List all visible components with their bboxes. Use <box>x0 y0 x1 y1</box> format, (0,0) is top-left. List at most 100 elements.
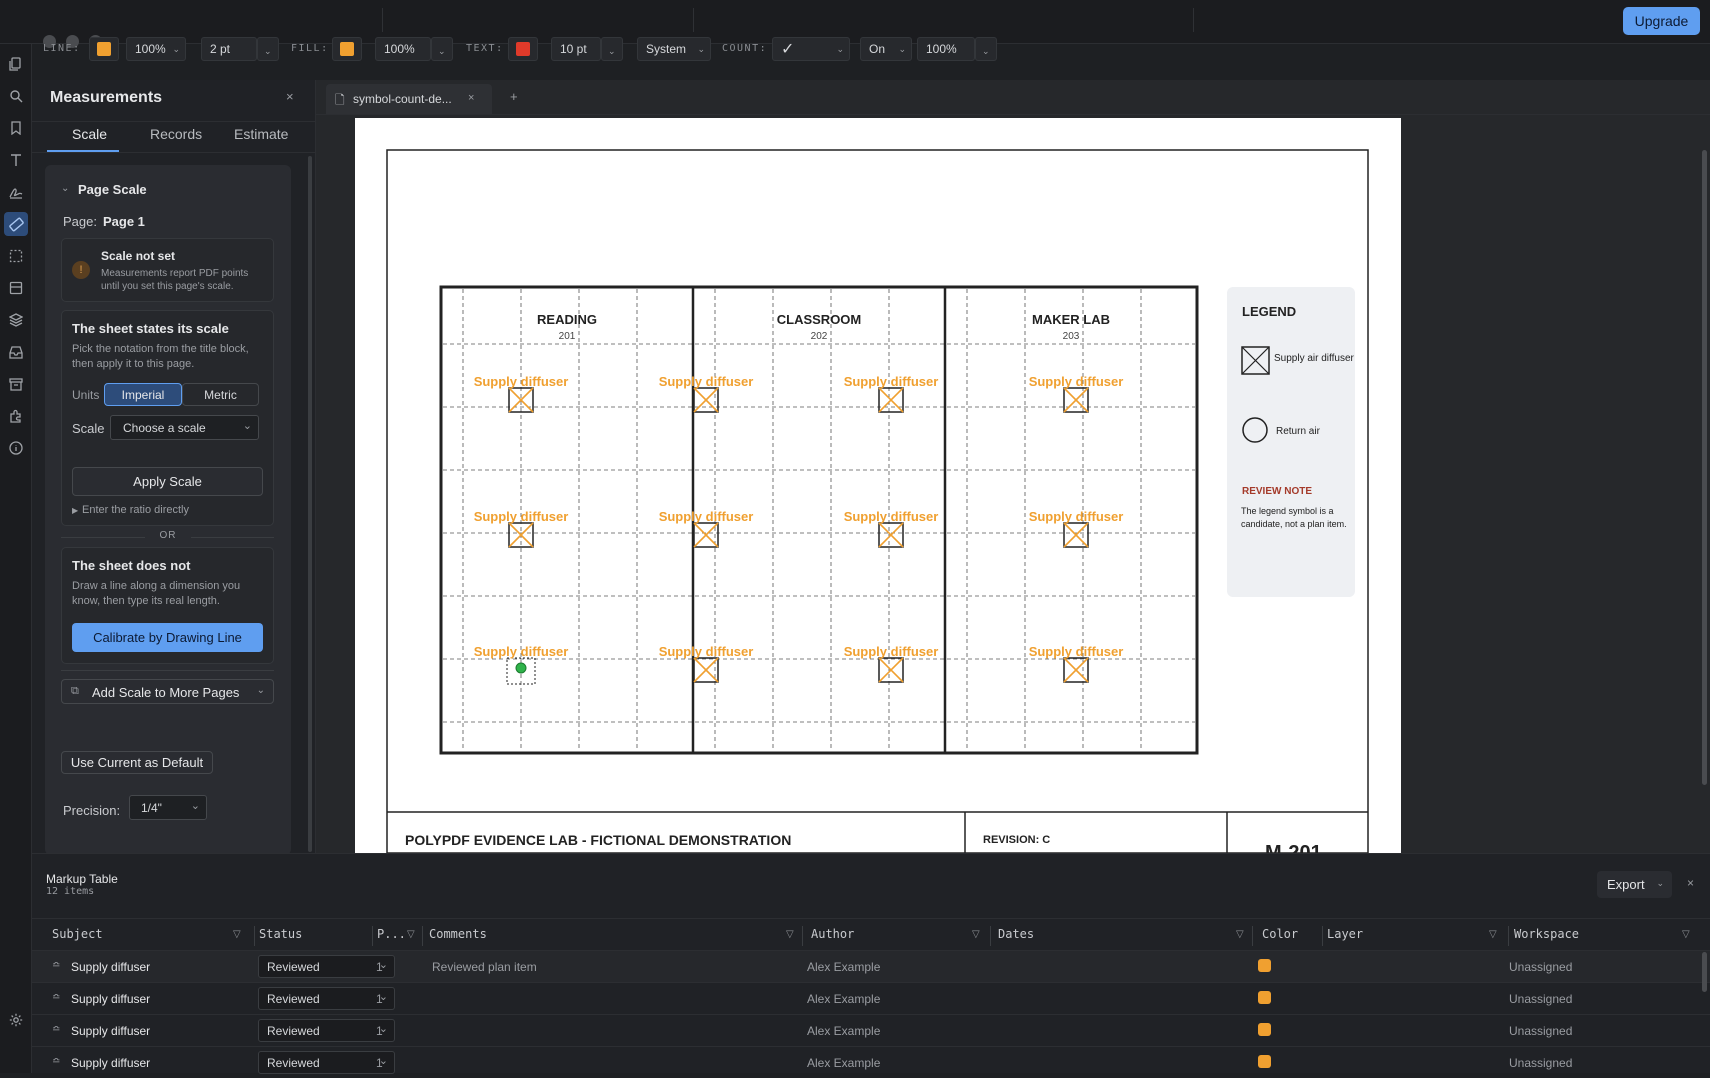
row-status-select[interactable]: Reviewed ⌄ <box>258 987 395 1010</box>
column-header-color[interactable]: Color <box>1262 927 1298 941</box>
column-header-author[interactable]: Author <box>811 927 854 941</box>
chevron-down-icon[interactable]: ⌄ <box>61 183 69 194</box>
line-color-picker[interactable] <box>89 37 119 61</box>
supply-diffuser-marker[interactable]: Supply diffuser <box>659 644 754 683</box>
filter-icon[interactable]: ▽ <box>233 929 241 940</box>
pages-icon[interactable] <box>7 55 25 73</box>
inbox-icon[interactable] <box>7 343 25 361</box>
text-icon[interactable] <box>7 151 25 169</box>
table-row[interactable]: ≏ Supply diffuser Reviewed ⌄ 1 Alex Examp… <box>32 1046 1710 1078</box>
fill-opacity-field[interactable]: 100% <box>375 37 431 61</box>
enter-ratio-link[interactable]: Enter the ratio directly <box>82 504 189 516</box>
column-header-page[interactable]: P... <box>377 927 406 941</box>
row-workspace: Unassigned <box>1509 1056 1573 1070</box>
filter-icon[interactable]: ▽ <box>972 929 980 940</box>
document-scrollbar[interactable] <box>1702 150 1707 785</box>
filter-icon[interactable]: ▽ <box>1682 929 1690 940</box>
select-icon[interactable] <box>7 247 25 265</box>
supply-diffuser-marker[interactable]: Supply diffuser <box>1029 644 1124 683</box>
count-opacity-field[interactable]: 100% <box>917 37 975 61</box>
text-size-stepper[interactable]: ⌄ <box>601 37 623 61</box>
supply-diffuser-marker[interactable]: Supply diffuser <box>844 374 939 413</box>
signature-icon[interactable] <box>7 183 25 201</box>
plugin-icon[interactable] <box>7 407 25 425</box>
tab-estimate[interactable]: Estimate <box>234 126 288 142</box>
use-default-button[interactable]: Use Current as Default <box>61 751 213 774</box>
calibrate-button[interactable]: Calibrate by Drawing Line <box>72 623 263 652</box>
tab-close-icon[interactable]: × <box>468 92 474 104</box>
filter-icon[interactable]: ▽ <box>1236 929 1244 940</box>
row-status-select[interactable]: Reviewed ⌄ <box>258 1051 395 1074</box>
font-select[interactable]: System ⌄ <box>637 37 711 61</box>
page-scale-heading[interactable]: Page Scale <box>78 182 147 197</box>
row-status-select[interactable]: Reviewed ⌄ <box>258 1019 395 1042</box>
column-header-comments[interactable]: Comments <box>429 927 487 941</box>
upgrade-button[interactable]: Upgrade <box>1623 7 1700 35</box>
table-row[interactable]: ≏ Supply diffuser Reviewed ⌄ 1 Alex Examp… <box>32 1014 1710 1046</box>
bookmark-icon[interactable] <box>7 119 25 137</box>
markup-close-icon[interactable]: × <box>1687 876 1694 890</box>
chevron-down-icon: ⌄ <box>1656 878 1664 888</box>
scale-label: Scale <box>72 421 105 436</box>
supply-diffuser-marker[interactable]: Supply diffuser <box>1029 509 1124 548</box>
warning-text: Measurements report PDF points until you… <box>101 268 249 292</box>
supply-diffuser-marker[interactable]: Supply diffuser <box>844 509 939 548</box>
column-header-layer[interactable]: Layer <box>1327 927 1363 941</box>
text-size-field[interactable]: 10 pt <box>551 37 601 61</box>
fill-opacity-stepper[interactable]: ⌄ <box>431 37 453 61</box>
count-mark-select[interactable]: ✓ ⌄ <box>772 37 850 61</box>
placement-handle[interactable] <box>515 662 527 674</box>
add-scale-pages-button[interactable]: ⧉ Add Scale to More Pages ⌄ <box>61 679 274 704</box>
table-row[interactable]: ≏ Supply diffuser Reviewed ⌄ 1 Alex Examp… <box>32 982 1710 1014</box>
export-button[interactable]: Export ⌄ <box>1597 871 1672 898</box>
tab-records[interactable]: Records <box>150 126 202 142</box>
row-status-select[interactable]: Reviewed ⌄ <box>258 955 395 978</box>
filter-icon[interactable]: ▽ <box>407 929 415 940</box>
count-opacity-stepper[interactable]: ⌄ <box>975 37 997 61</box>
panel-close-icon[interactable]: × <box>286 89 294 104</box>
chevron-down-icon: ⌄ <box>256 685 265 696</box>
supply-diffuser-marker[interactable]: Supply diffuser <box>1029 374 1124 413</box>
new-tab-button[interactable]: + <box>510 89 518 104</box>
filter-icon[interactable]: ▽ <box>1489 929 1497 940</box>
archive-icon[interactable] <box>7 375 25 393</box>
unit-metric-toggle[interactable]: Metric <box>182 383 259 406</box>
disclosure-triangle-icon[interactable]: ▶ <box>72 506 78 515</box>
column-header-subject[interactable]: Subject <box>52 927 103 941</box>
panel-scrollbar[interactable] <box>308 156 312 852</box>
tab-scale[interactable]: Scale <box>72 126 107 142</box>
search-icon[interactable] <box>7 87 25 105</box>
row-page: 1 <box>376 992 383 1006</box>
supply-diffuser-marker[interactable]: Supply diffuser <box>659 509 754 548</box>
scale-select[interactable]: Choose a scale ⌄ <box>110 415 259 440</box>
unit-imperial-toggle[interactable]: Imperial <box>104 383 182 406</box>
column-header-workspace[interactable]: Workspace <box>1514 927 1579 941</box>
pdf-page[interactable]: READING 201 CLASSROOM 202 MAKER LAB 203 … <box>355 118 1401 853</box>
settings-icon[interactable] <box>7 1011 25 1029</box>
line-opacity-select[interactable]: 100% ⌄ <box>126 37 186 61</box>
document-tab[interactable]: 🗋 symbol-count-de... × <box>326 84 492 114</box>
text-color-picker[interactable] <box>508 37 538 61</box>
column-divider <box>1322 926 1323 946</box>
table-row[interactable]: ≏ Supply diffuser Reviewed ⌄ 1 Reviewed p… <box>32 950 1710 982</box>
supply-diffuser-marker[interactable]: Supply diffuser <box>474 374 569 413</box>
column-header-status[interactable]: Status <box>259 927 302 941</box>
apply-scale-button[interactable]: Apply Scale <box>72 467 263 496</box>
measure-icon[interactable] <box>4 212 28 236</box>
layers-icon[interactable] <box>7 311 25 329</box>
line-width-field[interactable]: 2 pt <box>201 37 257 61</box>
form-icon[interactable] <box>7 279 25 297</box>
supply-diffuser-marker[interactable]: Supply diffuser <box>844 644 939 683</box>
line-width-stepper[interactable]: ⌄ <box>257 37 279 61</box>
supply-diffuser-marker[interactable]: Supply diffuser <box>659 374 754 413</box>
table-scrollbar[interactable] <box>1702 952 1707 992</box>
floor-plan-drawing[interactable]: READING 201 CLASSROOM 202 MAKER LAB 203 … <box>355 118 1401 853</box>
room-name: READING <box>537 312 597 327</box>
filter-icon[interactable]: ▽ <box>786 929 794 940</box>
fill-color-picker[interactable] <box>332 37 362 61</box>
column-header-dates[interactable]: Dates <box>998 927 1034 941</box>
legend-title: LEGEND <box>1242 304 1296 319</box>
precision-select[interactable]: 1/4" ⌄ <box>129 795 207 820</box>
info-icon[interactable] <box>7 439 25 457</box>
count-state-select[interactable]: On ⌄ <box>860 37 912 61</box>
